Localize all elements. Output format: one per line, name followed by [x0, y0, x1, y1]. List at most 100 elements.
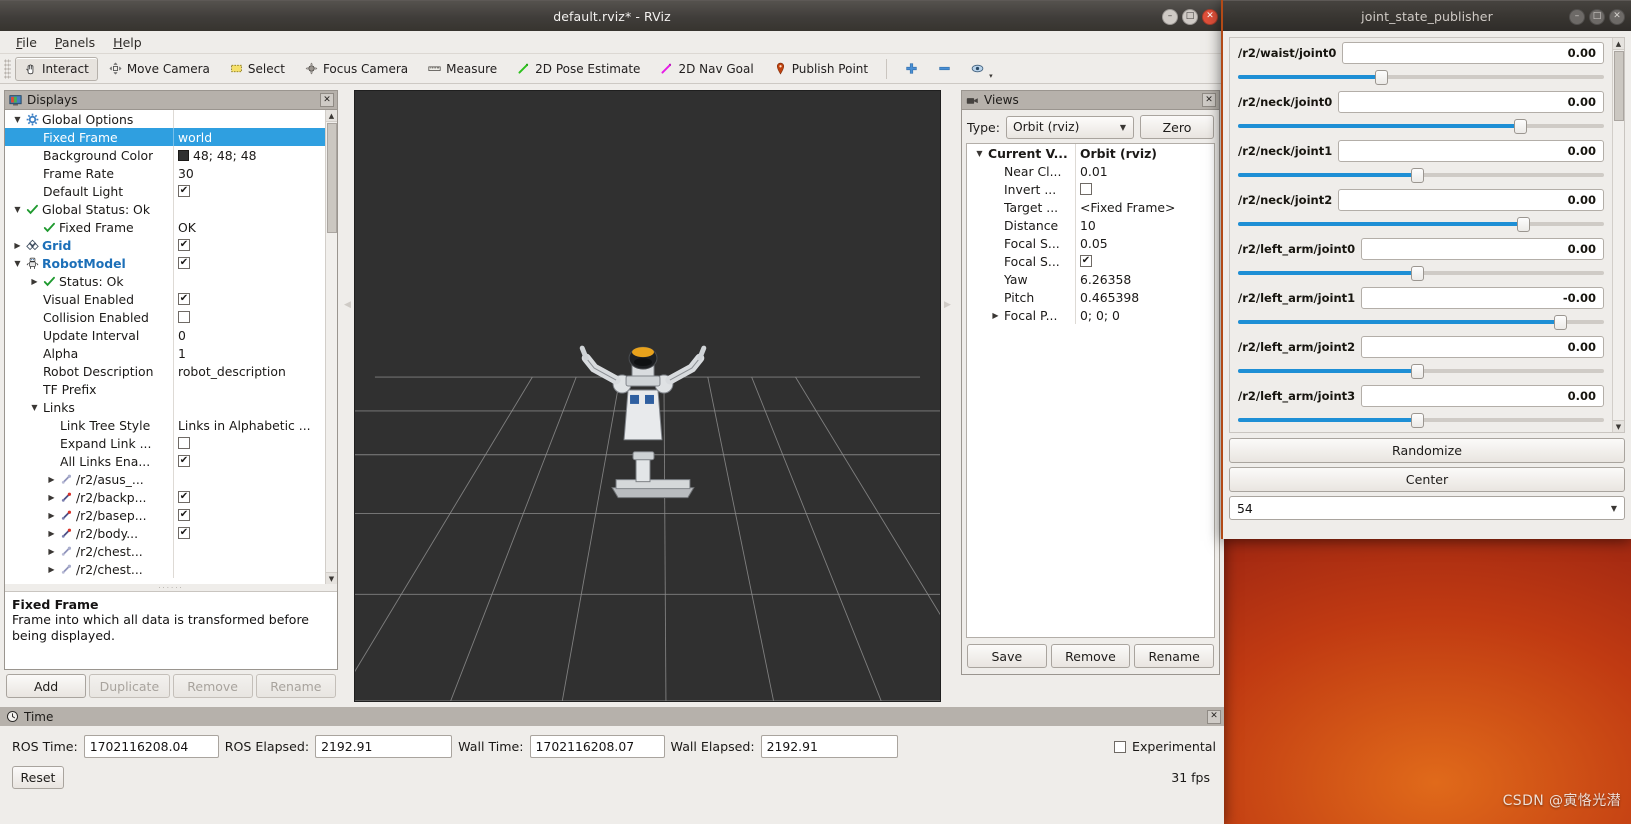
render-viewport-3d[interactable]	[354, 90, 941, 702]
views-tree-row[interactable]: ▶Focal S... 0.05	[967, 234, 1214, 252]
display-row-checkbox[interactable]	[178, 311, 190, 323]
display-tree-row[interactable]: ▶Collision Enabled	[5, 308, 325, 326]
slider-knob[interactable]	[1411, 363, 1425, 379]
display-row-checkbox[interactable]: ✔	[178, 293, 190, 305]
display-tree-row[interactable]: ▶Link Tree Style Links in Alphabetic ...	[5, 416, 325, 434]
display-tree-row[interactable]: ▶ /r2/basep... ✔	[5, 506, 325, 524]
display-tree-row[interactable]: ▶ /r2/body... ✔	[5, 524, 325, 542]
display-row-value-cell[interactable]: robot_description	[173, 362, 325, 380]
color-swatch[interactable]	[178, 149, 189, 161]
joint-value-input[interactable]: 0.00	[1361, 336, 1604, 358]
display-tree-row[interactable]: ▶ /r2/chest...	[5, 542, 325, 560]
views-tree-row[interactable]: ▶Yaw 6.26358	[967, 270, 1214, 288]
display-row-value-cell[interactable]: ✔	[173, 182, 325, 200]
slider-knob[interactable]	[1411, 265, 1425, 281]
scroll-up-icon[interactable]: ▲	[326, 110, 337, 122]
chevron-right-icon[interactable]: ▶	[29, 277, 40, 286]
slider-knob[interactable]	[1513, 118, 1527, 134]
slider-knob[interactable]	[1554, 314, 1568, 330]
remove-view-button[interactable]: Remove	[1050, 644, 1131, 668]
close-button[interactable]: ✕	[1609, 8, 1625, 25]
display-tree-row[interactable]: ▼ Global Status: Ok	[5, 200, 325, 218]
display-row-checkbox[interactable]: ✔	[178, 491, 190, 503]
views-row-checkbox[interactable]: ✔	[1080, 255, 1092, 267]
scrollbar-thumb[interactable]	[1614, 51, 1624, 121]
joint-value-input[interactable]: 0.00	[1338, 91, 1604, 113]
randomize-button[interactable]: Randomize	[1229, 438, 1625, 463]
views-properties-tree[interactable]: ▼Current V...Orbit (rviz)▶Near Cl...0.01…	[966, 143, 1215, 638]
views-row-value-cell[interactable]: 6.26358	[1075, 270, 1214, 288]
joint-value-input[interactable]: 0.00	[1338, 189, 1604, 211]
display-tree-row[interactable]: ▶ Status: Ok	[5, 272, 325, 290]
display-row-value-cell[interactable]	[173, 542, 325, 560]
tool-2d-nav-goal[interactable]: 2D Nav Goal	[651, 57, 762, 81]
display-tree-row[interactable]: ▶Robot Description robot_description	[5, 362, 325, 380]
displays-close-icon[interactable]: ✕	[320, 93, 334, 107]
display-tree-row[interactable]: ▶Frame Rate 30	[5, 164, 325, 182]
display-tree-row[interactable]: ▶Default Light ✔	[5, 182, 325, 200]
display-row-value-cell[interactable]	[173, 110, 325, 128]
slider-knob[interactable]	[1374, 69, 1388, 85]
minimize-button[interactable]: –	[1162, 8, 1178, 25]
menu-file[interactable]: File	[8, 33, 45, 52]
display-row-value-cell[interactable]	[173, 560, 325, 578]
views-row-value-cell[interactable]: 10	[1075, 216, 1214, 234]
scroll-up-icon[interactable]: ▲	[1613, 38, 1624, 50]
display-tree-row[interactable]: ▶ /r2/asus_...	[5, 470, 325, 488]
joint-slider[interactable]	[1238, 412, 1604, 428]
display-tree-row[interactable]: ▶ /r2/chest...	[5, 560, 325, 578]
joint-slider[interactable]	[1238, 265, 1604, 281]
chevron-right-icon[interactable]: ▶	[46, 493, 57, 502]
joint-value-input[interactable]: -0.00	[1361, 287, 1604, 309]
views-tree-row[interactable]: ▶Distance 10	[967, 216, 1214, 234]
views-row-value-cell[interactable]: 0.01	[1075, 162, 1214, 180]
joint-slider[interactable]	[1238, 314, 1604, 330]
joint-slider[interactable]	[1238, 363, 1604, 379]
wall-elapsed-input[interactable]: 2192.91	[760, 735, 898, 758]
close-button[interactable]: ✕	[1202, 8, 1218, 25]
ros-time-input[interactable]: 1702116208.04	[83, 735, 219, 758]
chevron-down-icon[interactable]: ▼	[12, 115, 23, 124]
display-row-value-cell[interactable]: 0	[173, 326, 325, 344]
chevron-down-icon[interactable]: ▼	[29, 403, 40, 412]
tool-measure[interactable]: Measure	[419, 57, 506, 81]
display-row-value-cell[interactable]	[173, 200, 325, 218]
toolbar-drag-handle[interactable]	[4, 58, 11, 79]
display-tree-row[interactable]: ▶Update Interval 0	[5, 326, 325, 344]
chevron-down-icon[interactable]: ▼	[12, 205, 23, 214]
views-close-icon[interactable]: ✕	[1202, 93, 1216, 107]
scrollbar-thumb[interactable]	[327, 123, 337, 233]
experimental-checkbox[interactable]	[1114, 740, 1127, 753]
display-row-value-cell[interactable]: OK	[173, 218, 325, 236]
save-view-button[interactable]: Save	[967, 644, 1047, 668]
ros-elapsed-input[interactable]: 2192.91	[315, 735, 453, 758]
tool-interact[interactable]: Interact	[15, 56, 98, 81]
tool-2d-pose-estimate[interactable]: 2D Pose Estimate	[508, 57, 649, 81]
views-tree-row[interactable]: ▶Invert ...	[967, 180, 1214, 198]
joint-value-input[interactable]: 0.00	[1338, 140, 1604, 162]
displays-scrollbar[interactable]: ▲ ▼	[325, 110, 337, 584]
display-row-value-cell[interactable]	[173, 398, 325, 416]
slider-knob[interactable]	[1411, 167, 1425, 183]
display-row-value-cell[interactable]	[173, 272, 325, 290]
chevron-right-icon[interactable]: ▶	[46, 529, 57, 538]
display-row-value-cell[interactable]	[173, 380, 325, 398]
display-row-checkbox[interactable]: ✔	[178, 527, 190, 539]
menu-panels[interactable]: Panels	[47, 33, 103, 52]
display-tree-row[interactable]: ▼ Links	[5, 398, 325, 416]
views-row-value-cell[interactable]: 0.05	[1075, 234, 1214, 252]
chevron-right-icon[interactable]: ▶	[12, 241, 23, 250]
zero-button[interactable]: Zero	[1140, 115, 1214, 139]
reset-button[interactable]: Reset	[12, 766, 64, 789]
joint-value-input[interactable]: 0.00	[1361, 238, 1604, 260]
tool-publish-point[interactable]: Publish Point	[765, 57, 877, 81]
displays-tree[interactable]: ▼Global Options▶Fixed Frameworld▶Backgro…	[5, 110, 325, 584]
display-tree-row[interactable]: ▶ /r2/backp... ✔	[5, 488, 325, 506]
display-tree-row[interactable]: ▶Visual Enabled ✔	[5, 290, 325, 308]
display-row-value-cell[interactable]: 48; 48; 48	[173, 146, 325, 164]
views-tree-row[interactable]: ▶Pitch 0.465398	[967, 288, 1214, 306]
step-value-select[interactable]: 54 ▼	[1229, 496, 1625, 520]
add-button[interactable]: Add	[6, 674, 87, 698]
maximize-button[interactable]: □	[1182, 8, 1198, 25]
joint-slider[interactable]	[1238, 118, 1604, 134]
